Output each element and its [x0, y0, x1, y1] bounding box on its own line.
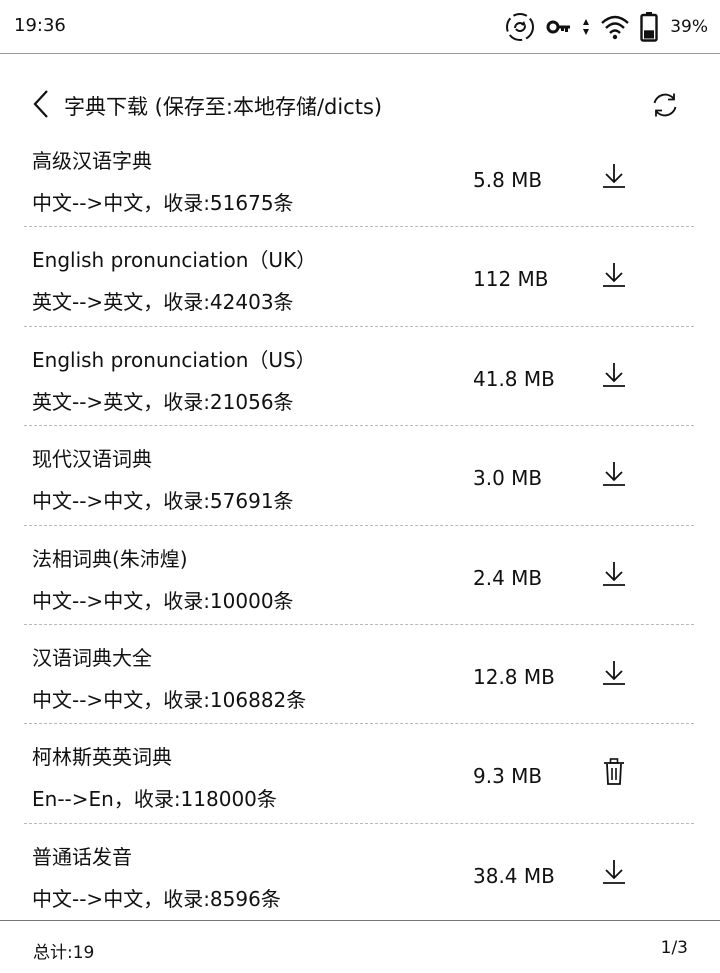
download-icon: [601, 261, 627, 293]
refresh-button[interactable]: [637, 82, 693, 128]
dictionary-size: 112 MB: [473, 267, 549, 292]
header: 字典下载 (保存至:本地存储/dicts): [0, 80, 720, 130]
dictionary-name: 现代汉语词典: [32, 447, 152, 472]
dictionary-name: 汉语词典大全: [32, 645, 152, 670]
dictionary-name: English pronunciation（UK）: [32, 248, 317, 273]
footer: 总计:19 1/3: [0, 920, 720, 973]
sync-icon: [504, 11, 536, 43]
download-icon: [601, 361, 627, 393]
dictionary-name: 高级汉语字典: [32, 149, 152, 173]
dictionary-info: 中文-->中文，收录:57691条: [32, 489, 294, 514]
dictionary-info: 中文-->中文，收录:106882条: [32, 687, 307, 712]
download-icon: [601, 162, 627, 194]
download-button[interactable]: [596, 359, 632, 395]
dictionary-row[interactable]: 现代汉语词典中文-->中文，收录:57691条 3.0 MB: [24, 426, 694, 526]
page-title: 字典下载 (保存至:本地存储/dicts): [64, 95, 383, 119]
status-icons: 39%: [504, 10, 708, 44]
dictionary-size: 3.0 MB: [473, 466, 543, 491]
total-count: 总计:19: [33, 943, 95, 963]
dictionary-size: 41.8 MB: [473, 366, 555, 391]
dictionary-row[interactable]: 柯林斯英英词典 En-->En，收录:118000条 9.3 MB: [24, 724, 694, 824]
download-button[interactable]: [596, 856, 632, 892]
dictionary-row[interactable]: 汉语词典大全中文-->中文，收录:106882条 12.8 MB: [24, 625, 694, 725]
dictionary-name: 普通话发音: [32, 844, 132, 869]
chevron-left-icon: [33, 90, 48, 118]
dictionary-size: 2.4 MB: [473, 565, 543, 590]
battery-icon: [640, 12, 658, 42]
dictionary-name: 法相词典(朱沛煌): [32, 546, 188, 571]
dictionary-row[interactable]: English pronunciation（UK） 英文-->英文，收录:4240…: [24, 227, 694, 327]
status-bar: 19:36 39%: [0, 0, 720, 54]
wifi-icon: [600, 14, 630, 40]
dictionary-info: 英文-->英文，收录:21056条: [32, 389, 294, 414]
dictionary-info: 中文-->中文，收录:8596条: [32, 886, 281, 911]
dictionary-size: 5.8 MB: [473, 168, 543, 192]
dictionary-info: En-->En，收录:118000条: [32, 787, 277, 812]
dictionary-size: 9.3 MB: [473, 764, 543, 789]
download-button[interactable]: [596, 458, 632, 494]
dictionary-list: 高级汉语字典中文-->中文，收录:51675条 5.8 MB English pro…: [0, 128, 720, 923]
delete-button[interactable]: [596, 756, 632, 792]
dictionary-size: 38.4 MB: [473, 863, 555, 888]
download-button[interactable]: [596, 558, 632, 594]
download-icon: [601, 659, 627, 691]
data-arrows-icon: [582, 17, 590, 37]
download-icon: [601, 858, 627, 890]
download-icon: [601, 560, 627, 592]
download-button[interactable]: [596, 160, 632, 196]
trash-icon: [602, 757, 626, 791]
dictionary-size: 12.8 MB: [473, 664, 555, 689]
dictionary-info: 英文-->英文，收录:42403条: [32, 290, 294, 315]
dictionary-row[interactable]: 普通话发音中文-->中文，收录:8596条 38.4 MB: [24, 824, 694, 923]
key-icon: [546, 17, 572, 37]
dictionary-name: 柯林斯英英词典: [32, 745, 172, 770]
download-button[interactable]: [596, 259, 632, 295]
dictionary-row[interactable]: 高级汉语字典中文-->中文，收录:51675条 5.8 MB: [24, 128, 694, 228]
refresh-icon: [653, 93, 677, 117]
dictionary-row[interactable]: 法相词典(朱沛煌) 中文-->中文，收录:10000条 2.4 MB: [24, 526, 694, 625]
dictionary-info: 中文-->中文，收录:10000条: [32, 588, 294, 613]
download-icon: [601, 460, 627, 492]
download-button[interactable]: [596, 657, 632, 693]
dictionary-info: 中文-->中文，收录:51675条: [32, 191, 294, 215]
dictionary-name: English pronunciation（US）: [32, 347, 316, 372]
dictionary-row[interactable]: English pronunciation（US） 英文-->英文，收录:2105…: [24, 327, 694, 427]
page-indicator[interactable]: 1/3: [661, 938, 688, 958]
status-time: 19:36: [14, 15, 66, 36]
battery-percent: 39%: [670, 17, 708, 37]
